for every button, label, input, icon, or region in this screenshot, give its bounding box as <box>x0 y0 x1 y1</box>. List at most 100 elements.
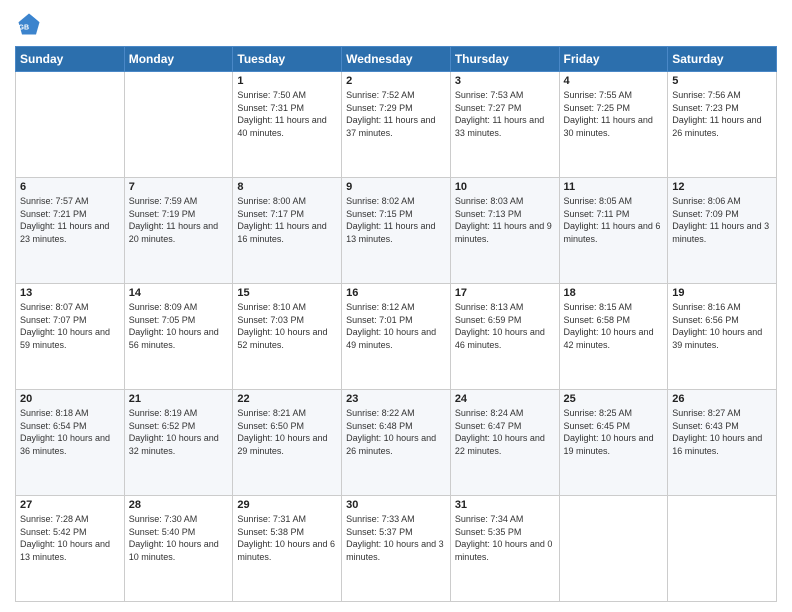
logo: GB <box>15 10 47 38</box>
calendar-cell: 9 Sunrise: 8:02 AM Sunset: 7:15 PM Dayli… <box>342 178 451 284</box>
day-number: 13 <box>20 287 120 299</box>
daylight-text: Daylight: 10 hours and 19 minutes. <box>564 432 664 457</box>
sunrise-text: Sunrise: 8:22 AM <box>346 407 446 420</box>
daylight-text: Daylight: 11 hours and 40 minutes. <box>237 114 337 139</box>
sunrise-text: Sunrise: 8:15 AM <box>564 301 664 314</box>
day-number: 3 <box>455 75 555 87</box>
weekday-header-tuesday: Tuesday <box>233 47 342 72</box>
sunset-text: Sunset: 7:13 PM <box>455 208 555 221</box>
sunrise-text: Sunrise: 8:12 AM <box>346 301 446 314</box>
weekday-header-row: SundayMondayTuesdayWednesdayThursdayFrid… <box>16 47 777 72</box>
calendar-cell <box>559 496 668 602</box>
day-info: Sunrise: 8:10 AM Sunset: 7:03 PM Dayligh… <box>237 301 337 351</box>
day-number: 21 <box>129 393 229 405</box>
sunrise-text: Sunrise: 7:28 AM <box>20 513 120 526</box>
calendar-cell: 10 Sunrise: 8:03 AM Sunset: 7:13 PM Dayl… <box>450 178 559 284</box>
day-info: Sunrise: 7:31 AM Sunset: 5:38 PM Dayligh… <box>237 513 337 563</box>
day-number: 18 <box>564 287 664 299</box>
sunrise-text: Sunrise: 7:59 AM <box>129 195 229 208</box>
day-number: 20 <box>20 393 120 405</box>
sunrise-text: Sunrise: 7:50 AM <box>237 89 337 102</box>
day-info: Sunrise: 8:00 AM Sunset: 7:17 PM Dayligh… <box>237 195 337 245</box>
day-number: 31 <box>455 499 555 511</box>
sunset-text: Sunset: 6:59 PM <box>455 314 555 327</box>
day-info: Sunrise: 8:03 AM Sunset: 7:13 PM Dayligh… <box>455 195 555 245</box>
daylight-text: Daylight: 10 hours and 13 minutes. <box>20 538 120 563</box>
calendar-cell: 30 Sunrise: 7:33 AM Sunset: 5:37 PM Dayl… <box>342 496 451 602</box>
sunset-text: Sunset: 6:43 PM <box>672 420 772 433</box>
sunset-text: Sunset: 7:11 PM <box>564 208 664 221</box>
sunrise-text: Sunrise: 8:07 AM <box>20 301 120 314</box>
weekday-header-wednesday: Wednesday <box>342 47 451 72</box>
sunrise-text: Sunrise: 8:09 AM <box>129 301 229 314</box>
day-number: 10 <box>455 181 555 193</box>
day-number: 8 <box>237 181 337 193</box>
calendar-cell: 23 Sunrise: 8:22 AM Sunset: 6:48 PM Dayl… <box>342 390 451 496</box>
calendar-cell: 21 Sunrise: 8:19 AM Sunset: 6:52 PM Dayl… <box>124 390 233 496</box>
calendar-cell: 1 Sunrise: 7:50 AM Sunset: 7:31 PM Dayli… <box>233 72 342 178</box>
sunset-text: Sunset: 5:37 PM <box>346 526 446 539</box>
sunset-text: Sunset: 7:05 PM <box>129 314 229 327</box>
day-number: 16 <box>346 287 446 299</box>
sunset-text: Sunset: 7:17 PM <box>237 208 337 221</box>
day-info: Sunrise: 8:06 AM Sunset: 7:09 PM Dayligh… <box>672 195 772 245</box>
day-info: Sunrise: 7:56 AM Sunset: 7:23 PM Dayligh… <box>672 89 772 139</box>
sunrise-text: Sunrise: 8:02 AM <box>346 195 446 208</box>
sunrise-text: Sunrise: 8:03 AM <box>455 195 555 208</box>
calendar-cell <box>668 496 777 602</box>
daylight-text: Daylight: 10 hours and 16 minutes. <box>672 432 772 457</box>
calendar-cell: 16 Sunrise: 8:12 AM Sunset: 7:01 PM Dayl… <box>342 284 451 390</box>
day-number: 11 <box>564 181 664 193</box>
day-info: Sunrise: 8:22 AM Sunset: 6:48 PM Dayligh… <box>346 407 446 457</box>
day-number: 25 <box>564 393 664 405</box>
day-number: 28 <box>129 499 229 511</box>
calendar-week-row: 13 Sunrise: 8:07 AM Sunset: 7:07 PM Dayl… <box>16 284 777 390</box>
sunrise-text: Sunrise: 8:21 AM <box>237 407 337 420</box>
weekday-header-thursday: Thursday <box>450 47 559 72</box>
sunset-text: Sunset: 5:35 PM <box>455 526 555 539</box>
sunrise-text: Sunrise: 8:24 AM <box>455 407 555 420</box>
day-number: 1 <box>237 75 337 87</box>
daylight-text: Daylight: 11 hours and 20 minutes. <box>129 220 229 245</box>
calendar-cell <box>124 72 233 178</box>
sunset-text: Sunset: 7:31 PM <box>237 102 337 115</box>
day-info: Sunrise: 8:12 AM Sunset: 7:01 PM Dayligh… <box>346 301 446 351</box>
daylight-text: Daylight: 10 hours and 56 minutes. <box>129 326 229 351</box>
daylight-text: Daylight: 11 hours and 37 minutes. <box>346 114 446 139</box>
sunset-text: Sunset: 6:45 PM <box>564 420 664 433</box>
day-info: Sunrise: 7:33 AM Sunset: 5:37 PM Dayligh… <box>346 513 446 563</box>
sunrise-text: Sunrise: 7:30 AM <box>129 513 229 526</box>
daylight-text: Daylight: 10 hours and 22 minutes. <box>455 432 555 457</box>
calendar-cell: 6 Sunrise: 7:57 AM Sunset: 7:21 PM Dayli… <box>16 178 125 284</box>
day-number: 26 <box>672 393 772 405</box>
daylight-text: Daylight: 10 hours and 42 minutes. <box>564 326 664 351</box>
daylight-text: Daylight: 10 hours and 49 minutes. <box>346 326 446 351</box>
day-info: Sunrise: 8:24 AM Sunset: 6:47 PM Dayligh… <box>455 407 555 457</box>
day-number: 22 <box>237 393 337 405</box>
day-number: 12 <box>672 181 772 193</box>
day-info: Sunrise: 8:09 AM Sunset: 7:05 PM Dayligh… <box>129 301 229 351</box>
sunrise-text: Sunrise: 8:05 AM <box>564 195 664 208</box>
day-number: 30 <box>346 499 446 511</box>
weekday-header-friday: Friday <box>559 47 668 72</box>
calendar-cell: 18 Sunrise: 8:15 AM Sunset: 6:58 PM Dayl… <box>559 284 668 390</box>
sunrise-text: Sunrise: 8:10 AM <box>237 301 337 314</box>
day-info: Sunrise: 8:16 AM Sunset: 6:56 PM Dayligh… <box>672 301 772 351</box>
sunrise-text: Sunrise: 8:25 AM <box>564 407 664 420</box>
logo-icon: GB <box>15 10 43 38</box>
day-number: 29 <box>237 499 337 511</box>
daylight-text: Daylight: 11 hours and 26 minutes. <box>672 114 772 139</box>
calendar-week-row: 20 Sunrise: 8:18 AM Sunset: 6:54 PM Dayl… <box>16 390 777 496</box>
sunset-text: Sunset: 7:09 PM <box>672 208 772 221</box>
calendar-cell: 14 Sunrise: 8:09 AM Sunset: 7:05 PM Dayl… <box>124 284 233 390</box>
calendar-cell: 26 Sunrise: 8:27 AM Sunset: 6:43 PM Dayl… <box>668 390 777 496</box>
daylight-text: Daylight: 10 hours and 59 minutes. <box>20 326 120 351</box>
calendar-cell: 2 Sunrise: 7:52 AM Sunset: 7:29 PM Dayli… <box>342 72 451 178</box>
weekday-header-saturday: Saturday <box>668 47 777 72</box>
day-number: 6 <box>20 181 120 193</box>
daylight-text: Daylight: 11 hours and 33 minutes. <box>455 114 555 139</box>
sunset-text: Sunset: 6:48 PM <box>346 420 446 433</box>
sunset-text: Sunset: 5:40 PM <box>129 526 229 539</box>
sunset-text: Sunset: 7:03 PM <box>237 314 337 327</box>
calendar-cell: 20 Sunrise: 8:18 AM Sunset: 6:54 PM Dayl… <box>16 390 125 496</box>
